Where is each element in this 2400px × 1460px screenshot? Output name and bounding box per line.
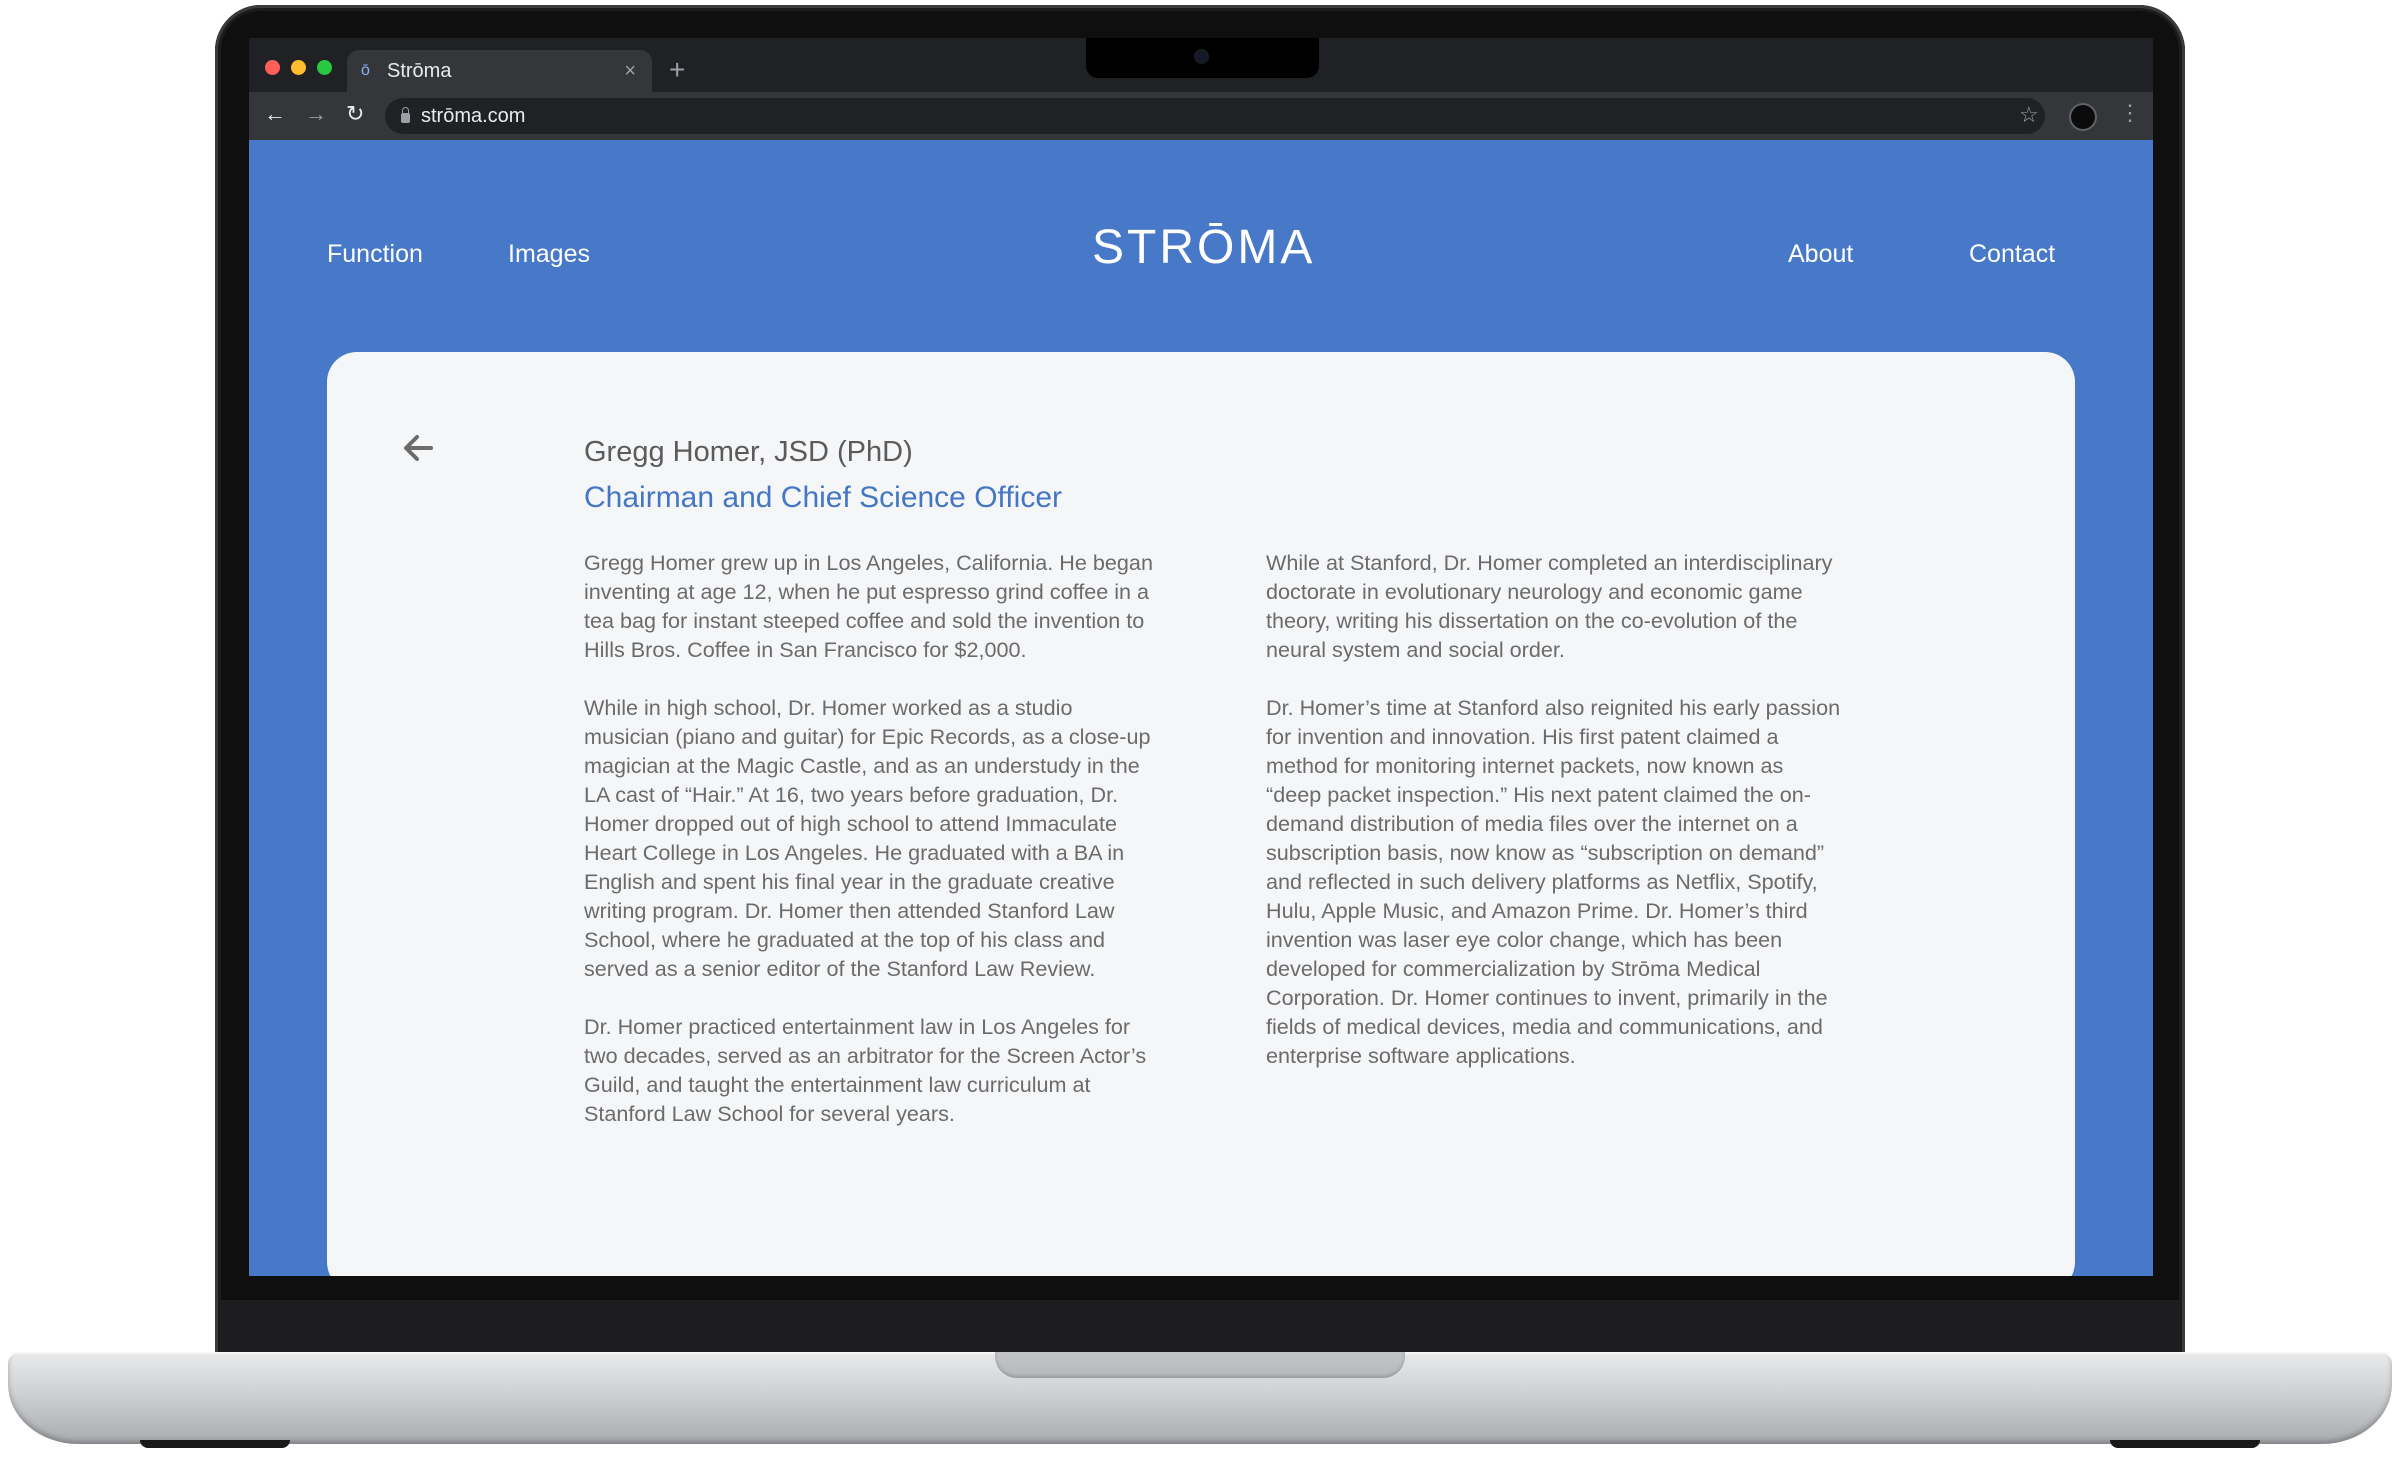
back-arrow-icon[interactable] bbox=[399, 428, 439, 468]
back-icon[interactable]: ← bbox=[264, 101, 286, 127]
person-role: Chairman and Chief Science Officer bbox=[584, 481, 1063, 514]
bio-column-right: While at Stanford, Dr. Homer completed a… bbox=[1266, 548, 1841, 1099]
camera-notch bbox=[1086, 38, 1319, 78]
nav-about[interactable]: About bbox=[1788, 240, 1853, 269]
minimize-window-button[interactable] bbox=[291, 60, 306, 75]
menu-icon[interactable]: ⋮ bbox=[2119, 100, 2141, 126]
new-tab-button[interactable]: + bbox=[669, 54, 685, 86]
laptop-bezel-chin bbox=[220, 1300, 2180, 1355]
forward-icon[interactable]: → bbox=[305, 101, 327, 127]
bio-paragraph: Gregg Homer grew up in Los Angeles, Cali… bbox=[584, 550, 1153, 662]
tab-bar: ō Strōma × + bbox=[249, 38, 2153, 92]
laptop-foot-right bbox=[2110, 1440, 2260, 1448]
browser-toolbar: ← → ↻ strōma.com ☆ ⋮ bbox=[249, 92, 2153, 140]
nav-contact[interactable]: Contact bbox=[1969, 240, 2055, 269]
reload-icon[interactable]: ↻ bbox=[346, 101, 364, 127]
camera-icon bbox=[1196, 51, 1207, 62]
window-controls bbox=[265, 60, 332, 75]
close-tab-icon[interactable]: × bbox=[624, 60, 636, 83]
url-text: strōma.com bbox=[421, 104, 526, 127]
lock-icon[interactable] bbox=[401, 107, 410, 123]
bio-paragraph: Dr. Homer’s time at Stanford also reigni… bbox=[1266, 695, 1841, 1068]
bio-paragraph: Dr. Homer practiced entertainment law in… bbox=[584, 1014, 1147, 1126]
bio-column-left: Gregg Homer grew up in Los Angeles, Cali… bbox=[584, 548, 1159, 1157]
person-name: Gregg Homer, JSD (PhD) bbox=[584, 436, 913, 468]
browser-tab[interactable]: ō Strōma × bbox=[347, 50, 652, 92]
laptop-opening-notch bbox=[995, 1352, 1405, 1378]
close-window-button[interactable] bbox=[265, 60, 280, 75]
nav-images[interactable]: Images bbox=[508, 240, 590, 269]
site-logo[interactable]: STRŌMA bbox=[1092, 220, 1315, 275]
laptop-foot-left bbox=[140, 1440, 290, 1448]
bio-paragraph: While at Stanford, Dr. Homer completed a… bbox=[1266, 550, 1833, 662]
address-bar[interactable]: strōma.com bbox=[385, 98, 2045, 134]
tab-title: Strōma bbox=[387, 59, 452, 82]
profile-icon[interactable] bbox=[2071, 105, 2095, 129]
star-icon[interactable]: ☆ bbox=[2019, 102, 2039, 128]
bio-card: Gregg Homer, JSD (PhD) Chairman and Chie… bbox=[327, 352, 2075, 1276]
maximize-window-button[interactable] bbox=[317, 60, 332, 75]
webpage: Function Images STRŌMA About Contact Gre… bbox=[249, 140, 2153, 1276]
browser-chrome: ō Strōma × + ← → ↻ strōma.com ☆ ⋮ bbox=[249, 38, 2153, 140]
favicon-icon: ō bbox=[361, 62, 370, 79]
bio-paragraph: While in high school, Dr. Homer worked a… bbox=[584, 695, 1151, 981]
nav-function[interactable]: Function bbox=[327, 240, 423, 269]
laptop-screen: ō Strōma × + ← → ↻ strōma.com ☆ ⋮ Functi… bbox=[249, 38, 2153, 1276]
